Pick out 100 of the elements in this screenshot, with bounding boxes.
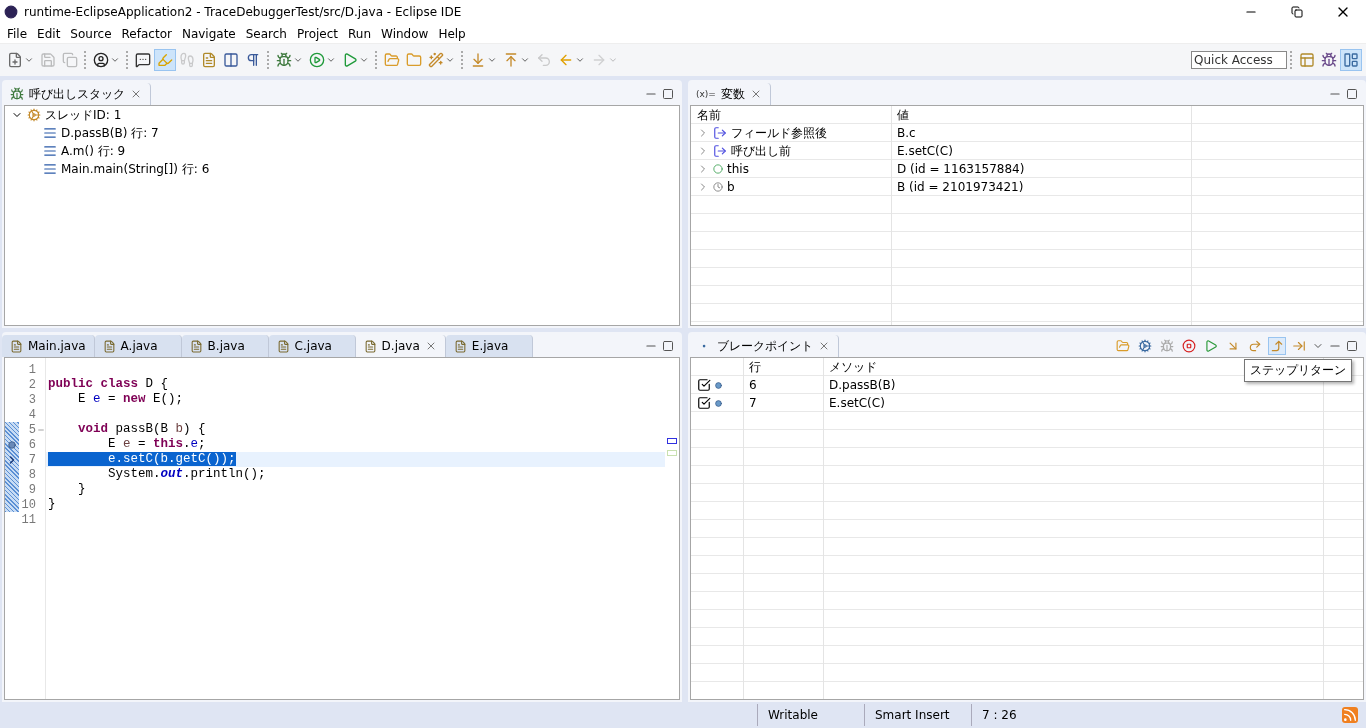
tree-item[interactable]: スレッドID: 1 [5,106,679,124]
editor-tab[interactable]: C.java [268,335,356,357]
step-over-icon [1248,339,1262,353]
tree-item[interactable]: A.m() 行: 9 [5,142,679,160]
caret-icon [487,55,497,65]
table-cell: フィールド参照後 [691,124,891,142]
code-line: } [47,497,57,512]
maximize-icon[interactable] [662,88,674,100]
table-cell-text: D.passB(B) [828,377,897,394]
menu-item[interactable]: Project [291,26,344,41]
editor-tab[interactable]: A.java [94,335,182,357]
table-cell: b [691,178,891,196]
line-number: 11 [21,512,36,527]
code-line: E e = new E(); [77,392,185,407]
java-file-icon [276,339,290,353]
code-line: E e = this.e; [107,437,207,452]
window-title: runtime-EclipseApplication2 - TraceDebuggerTest/src/D.java - Eclipse IDE [24,5,463,19]
pilcrow-icon [245,52,261,68]
caret-icon [445,55,455,65]
stack-frame-label: D.passB(B) 行: 7 [61,124,159,142]
perspective-button[interactable] [1340,49,1362,71]
tab-title: ブレークポイント [717,337,813,355]
java-file-icon [10,339,23,353]
column-header: メソッド [829,358,877,376]
clock-icon [713,182,723,192]
breakpoint-icon [8,440,16,449]
tab-title: 変数 [720,85,745,103]
menu-item[interactable]: File [2,26,33,41]
close-icon[interactable] [130,88,142,100]
stop-icon [1182,339,1196,353]
arrow-up-icon [503,52,519,68]
menu-item[interactable]: Refactor [116,26,177,41]
stack-frame-icon [43,126,57,140]
menu-item[interactable]: Help [433,26,471,41]
editor-tab[interactable]: E.java [445,335,533,357]
close-icon[interactable] [818,340,830,352]
caret-icon [575,55,585,65]
checkbox[interactable] [697,378,711,392]
step-return-icon [1270,339,1284,353]
caret-icon [359,55,369,65]
view-toolbar-button[interactable] [1268,337,1286,355]
annotation-marker [667,438,677,444]
editor-tab[interactable]: B.java [181,335,269,357]
resume-icon [1204,339,1218,353]
user-icon [93,52,109,68]
tree-item[interactable]: Main.main(String[]) 行: 6 [5,160,679,178]
eclipse-logo-icon [4,5,18,19]
run-tools-icon [342,52,358,68]
open-perspective-icon [1299,52,1315,68]
highlighter-icon [157,52,173,68]
java-file-icon [189,339,203,353]
menu-item[interactable]: Run [343,26,377,41]
stack-frame-icon [43,144,57,158]
folder-icon [406,52,422,68]
line-number: 2 [28,377,36,392]
run-icon [309,52,325,68]
save-all-icon [62,52,78,68]
view-toolbar-button[interactable] [1180,337,1198,355]
variables-icon: (x)= [696,89,716,99]
quick-access-field[interactable]: Quick Access [1191,51,1287,69]
breakpoint-icon [715,399,722,407]
line-number: 1 [28,362,36,377]
back-arrow-icon [536,52,552,68]
menu-item[interactable]: Source [65,26,117,41]
breakpoint-icon [715,381,722,389]
tree-item[interactable]: D.passB(B) 行: 7 [5,124,679,142]
table-cell-text: E.setC(C) [828,395,886,412]
menu-item[interactable]: Search [240,26,292,41]
table-cell-text: D (id = 1163157884) [896,161,1026,178]
maximize-icon[interactable] [662,340,674,352]
status-text: 7 : 26 [971,704,1078,726]
column-header: 値 [896,106,910,124]
tooltip: ステップリターン [1244,359,1352,382]
bug-icon [276,52,292,68]
footprints-icon [179,52,195,68]
wand-icon [428,52,444,68]
checkbox[interactable] [697,396,711,410]
menu-item[interactable]: Navigate [176,26,241,41]
return-icon [713,126,727,140]
tab-title: 呼び出しスタック [29,85,125,103]
code-line: System.out.println(); [107,467,267,482]
folder-icon [1116,339,1130,353]
code-line: } [77,482,87,497]
menu-item[interactable]: Window [376,26,434,41]
stack-frame-label: A.m() 行: 9 [61,142,126,160]
code-line: void passB(B b) { [77,422,207,437]
maximize-icon[interactable] [1346,340,1358,352]
line-number: 5 [28,422,36,437]
page-icon [223,52,239,68]
rss-icon[interactable] [1342,707,1358,723]
editor-tab[interactable]: Main.java [2,335,95,357]
folder-icon [384,52,400,68]
table-cell-text: E.setC(C) [896,143,954,160]
maximize-icon[interactable] [1346,88,1358,100]
stack-frame-icon [43,162,57,176]
debug-icon [1321,52,1337,68]
caret-icon [326,55,336,65]
view-toolbar-button[interactable] [1158,337,1176,355]
thread-icon [27,108,41,122]
menu-item[interactable]: Edit [32,26,66,41]
